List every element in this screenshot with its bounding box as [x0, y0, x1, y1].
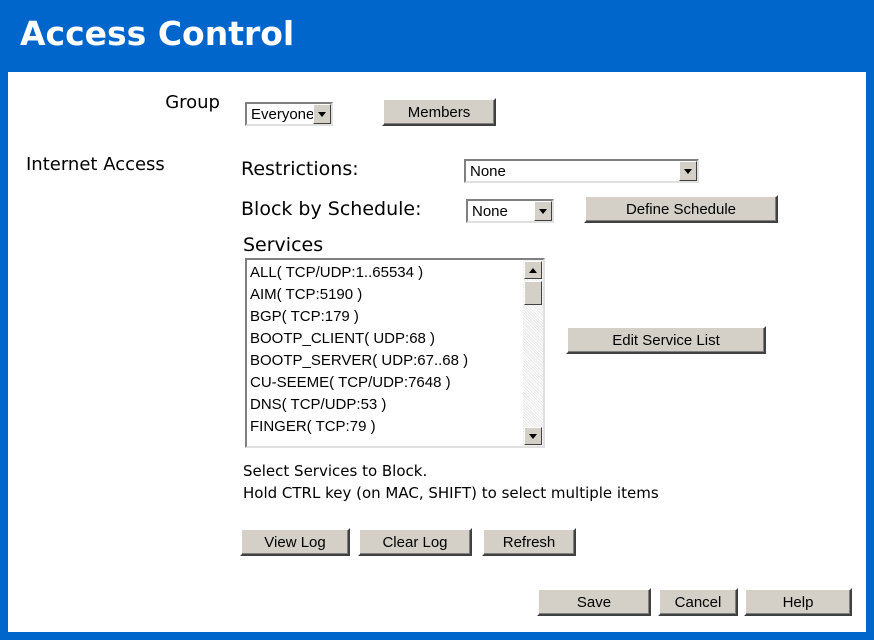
content-panel: Group Everyone Members Internet Access R…	[8, 72, 866, 632]
cancel-button[interactable]: Cancel	[658, 588, 738, 616]
help-button[interactable]: Help	[744, 588, 852, 616]
block-by-schedule-label: Block by Schedule:	[241, 198, 422, 220]
edit-service-list-button[interactable]: Edit Service List	[566, 326, 766, 354]
schedule-select[interactable]: None	[466, 199, 554, 223]
list-item[interactable]: FINGER( TCP:79 )	[250, 416, 521, 438]
list-item[interactable]: BOOTP_CLIENT( UDP:68 )	[250, 328, 521, 350]
scroll-up-icon[interactable]	[524, 261, 542, 279]
dropdown-arrow-icon[interactable]	[679, 161, 697, 181]
schedule-select-value: None	[472, 202, 508, 220]
list-item[interactable]: DNS( TCP/UDP:53 )	[250, 394, 521, 416]
dropdown-arrow-icon[interactable]	[313, 104, 331, 124]
services-hint-line1: Select Services to Block.	[243, 462, 428, 480]
clear-log-button[interactable]: Clear Log	[358, 528, 472, 556]
internet-access-label: Internet Access	[26, 154, 165, 175]
restrictions-select[interactable]: None	[464, 159, 699, 183]
scroll-thumb[interactable]	[524, 281, 542, 305]
group-label: Group	[165, 92, 220, 113]
services-list: ALL( TCP/UDP:1..65534 ) AIM( TCP:5190 ) …	[250, 262, 521, 438]
refresh-button[interactable]: Refresh	[482, 528, 576, 556]
list-item[interactable]: ALL( TCP/UDP:1..65534 )	[250, 262, 521, 284]
services-label: Services	[243, 234, 324, 256]
page-title: Access Control	[20, 14, 295, 53]
list-item[interactable]: BGP( TCP:179 )	[250, 306, 521, 328]
group-select-value: Everyone	[251, 105, 313, 123]
vertical-scrollbar[interactable]	[523, 260, 543, 446]
list-item[interactable]: BOOTP_SERVER( UDP:67..68 )	[250, 350, 521, 372]
restrictions-label: Restrictions:	[241, 158, 359, 180]
list-item[interactable]: CU-SEEME( TCP/UDP:7648 )	[250, 372, 521, 394]
members-button[interactable]: Members	[382, 98, 496, 126]
page-frame: Access Control Group Everyone Members In…	[0, 0, 874, 640]
list-item[interactable]: AIM( TCP:5190 )	[250, 284, 521, 306]
define-schedule-button[interactable]: Define Schedule	[584, 195, 778, 223]
group-select[interactable]: Everyone	[245, 102, 333, 126]
services-listbox[interactable]: ALL( TCP/UDP:1..65534 ) AIM( TCP:5190 ) …	[245, 258, 545, 448]
dropdown-arrow-icon[interactable]	[534, 201, 552, 221]
save-button[interactable]: Save	[537, 588, 651, 616]
restrictions-select-value: None	[470, 162, 506, 180]
view-log-button[interactable]: View Log	[240, 528, 350, 556]
services-hint-line2: Hold CTRL key (on MAC, SHIFT) to select …	[243, 484, 659, 502]
scroll-down-icon[interactable]	[524, 427, 542, 445]
